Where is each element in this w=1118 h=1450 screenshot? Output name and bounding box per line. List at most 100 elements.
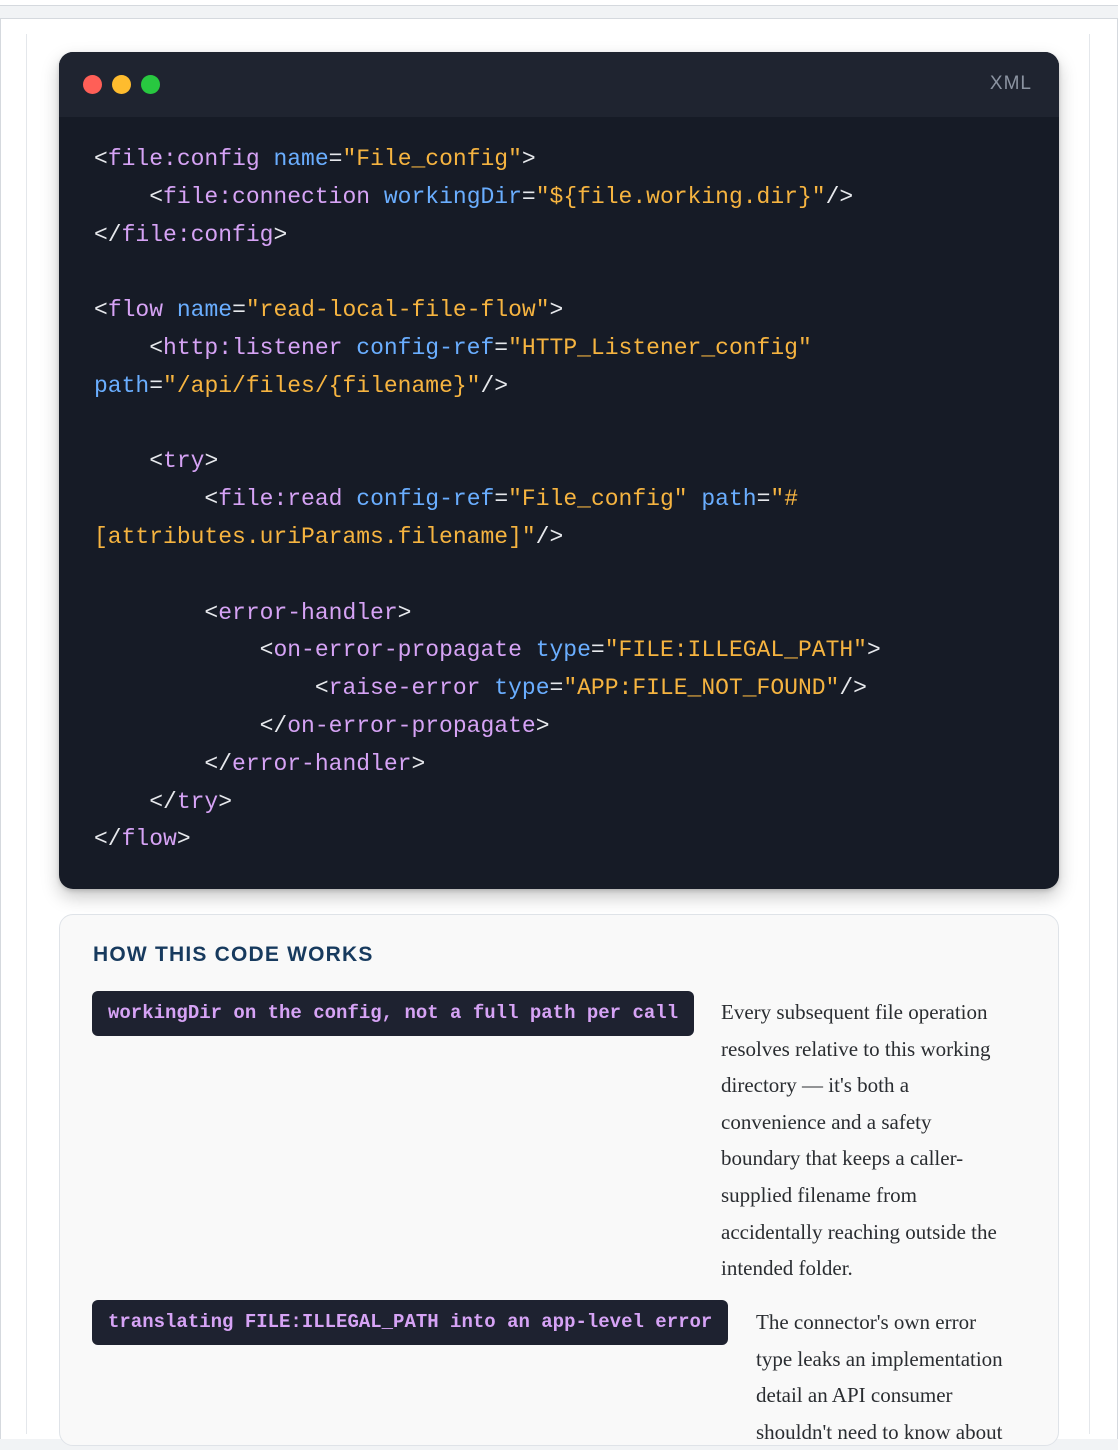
code-token: try [176, 788, 219, 815]
description-line: directory — it's both a [721, 1073, 910, 1098]
code-token: "read-local-file-flow" [245, 297, 550, 324]
code-token: flow [121, 826, 177, 853]
code-token: name [176, 297, 233, 324]
minimize-dot-icon [112, 75, 131, 94]
code-window-titlebar: XML [59, 52, 1059, 117]
code-line: <file:read config-ref="File_config" path… [94, 481, 1034, 519]
close-dot-icon [83, 75, 102, 94]
code-line: <try> [94, 443, 1034, 481]
code-line: <flow name="read-local-file-flow"> [94, 292, 1034, 330]
code-token: = [494, 486, 509, 513]
code-line: </error-handler> [94, 746, 1034, 784]
code-token: on-error-propagate [287, 712, 536, 739]
code-token: flow [107, 297, 164, 324]
code-token: = [756, 486, 771, 513]
code-token: > [204, 448, 219, 475]
description-line: convenience and a safety [721, 1109, 932, 1134]
code-token: path [94, 372, 150, 399]
code-token: > [176, 826, 191, 853]
code-token: file:config [107, 146, 260, 172]
code-token: config-ref [356, 486, 495, 513]
code-token: "${file.working.dir}" [535, 183, 826, 210]
description-line: boundary that keeps a caller- [721, 1146, 964, 1171]
code-line: </try> [94, 784, 1034, 822]
code-token: = [232, 297, 246, 324]
code-line: </file:config> [94, 217, 1034, 255]
code-token: > [535, 712, 550, 739]
description-line: detail an API consumer [756, 1383, 953, 1408]
code-language-label: XML [989, 73, 1032, 94]
code-token: /> [480, 372, 509, 399]
code-token: < [94, 599, 219, 626]
description-line: The connector's own error [756, 1310, 977, 1334]
code-token: </ [94, 750, 233, 777]
code-token: /> [825, 183, 854, 210]
code-token: config-ref [356, 334, 495, 361]
code-window: XML <file:config name="File_config"> <fi… [59, 52, 1059, 889]
explanation-card: HOW THIS CODE WORKS workingDir on the co… [59, 914, 1059, 1446]
code-token: /> [839, 675, 867, 702]
code-token: > [411, 750, 426, 777]
code-line: path="/api/files/{filename}"/> [94, 368, 1034, 406]
code-token: raise-error [328, 675, 481, 702]
code-line: [attributes.uriParams.filename]"/> [94, 519, 1034, 557]
code-token: "/api/files/{filename}" [163, 372, 481, 399]
code-line: </flow> [94, 821, 1034, 859]
code-token: </ [94, 221, 122, 248]
code-token: = [328, 146, 343, 172]
code-token: > [866, 637, 881, 664]
code-line: </on-error-propagate> [94, 708, 1034, 746]
code-content[interactable]: <file:config name="File_config"> <file:c… [94, 141, 1034, 859]
code-token: error-handler [218, 599, 398, 626]
code-token: file:connection [163, 183, 371, 210]
code-token: = [494, 334, 509, 361]
description-line: Every subsequent file operation [721, 1000, 988, 1024]
code-token: on-error-propagate [273, 637, 522, 664]
code-line: <http:listener config-ref="HTTP_Listener… [94, 330, 1034, 368]
code-token: > [218, 788, 233, 815]
code-token: < [94, 637, 274, 664]
code-token: > [549, 297, 564, 324]
description-line: intended folder. [721, 1256, 853, 1281]
code-token: file:read [218, 486, 343, 513]
code-line: <error-handler> [94, 595, 1034, 633]
code-token: < [94, 486, 219, 513]
code-line: <file:connection workingDir="${file.work… [94, 179, 1034, 217]
code-token: < [94, 675, 329, 702]
description-line: shouldn't need to know about [756, 1419, 1003, 1444]
term-description-working-dir: Every subsequent file operation resolves … [721, 994, 1041, 1287]
code-token: workingDir [383, 183, 522, 210]
term-badge-working-dir: workingDir on the config, not a full pat… [92, 991, 695, 1036]
code-token: > [397, 599, 412, 626]
code-token: "APP:FILE_NOT_FOUND" [563, 675, 840, 702]
code-token: < [94, 448, 164, 475]
code-token: "# [770, 486, 799, 513]
code-token: file:config [121, 221, 274, 248]
code-token: < [94, 334, 164, 361]
term-description-illegal-path: The connector's own error type leaks an i… [756, 1304, 1046, 1450]
code-token: < [94, 146, 108, 172]
code-token: </ [94, 788, 177, 815]
code-token: "HTTP_Listener_config" [508, 334, 812, 361]
code-token: = [521, 183, 536, 210]
code-token: = [149, 372, 164, 399]
code-token: error-handler [232, 750, 412, 777]
description-line: accidentally reaching outside the [721, 1219, 997, 1244]
code-token: < [94, 297, 108, 324]
explanation-title: HOW THIS CODE WORKS [93, 943, 374, 966]
code-token: try [163, 448, 205, 475]
code-token: > [273, 221, 288, 248]
code-token: "File_config" [342, 146, 522, 172]
code-token: path [701, 486, 757, 513]
code-line: <raise-error type="APP:FILE_NOT_FOUND"/> [94, 670, 1034, 708]
